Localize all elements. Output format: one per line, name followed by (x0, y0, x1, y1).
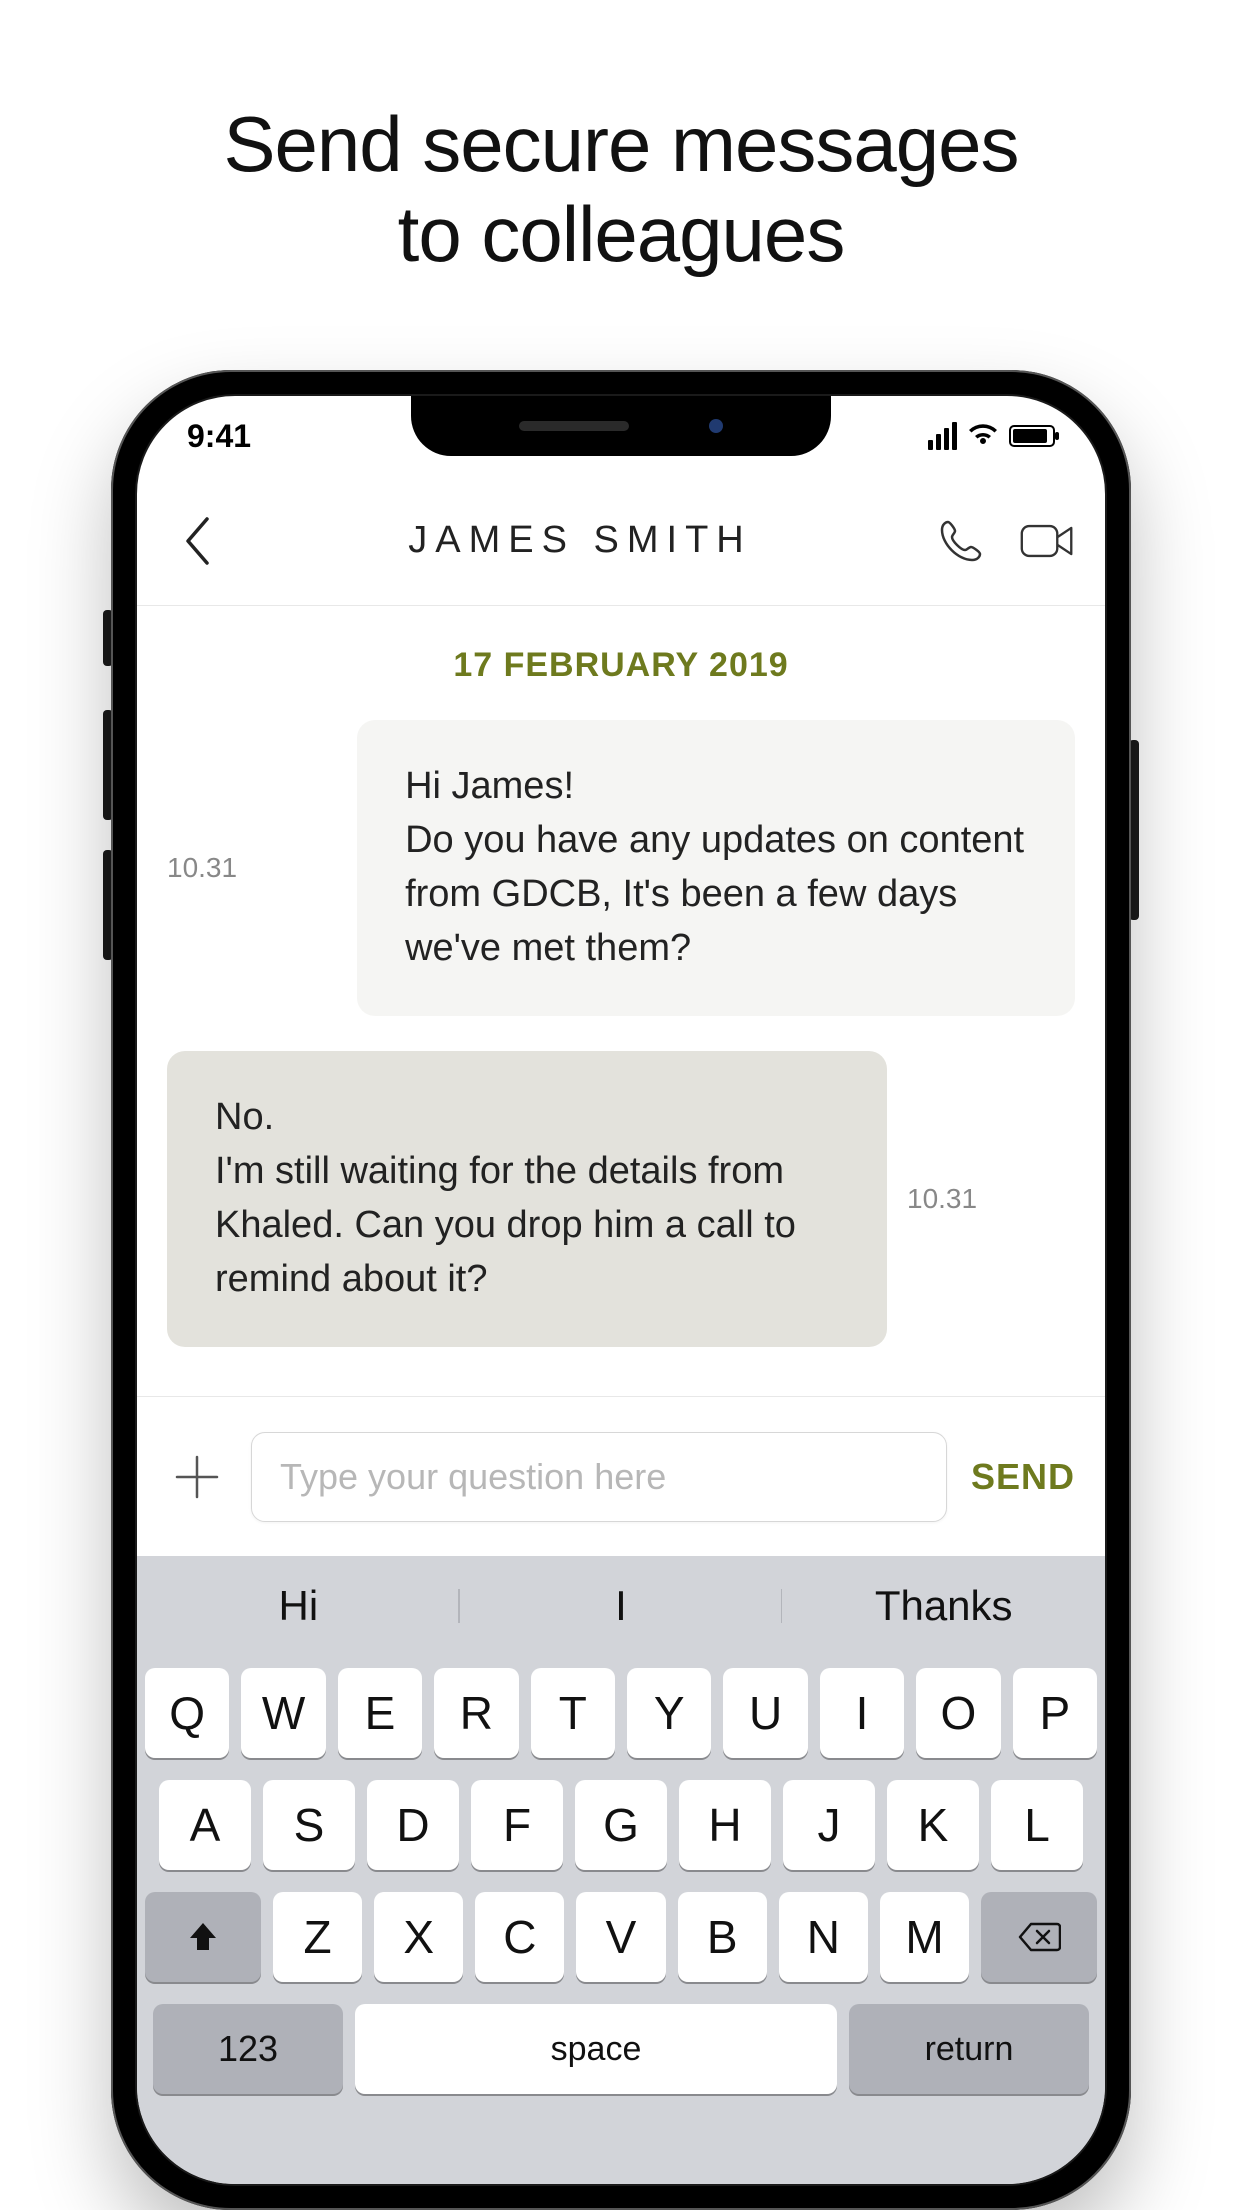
phone-frame: 9:41 JAMES SMITH (111, 370, 1131, 2210)
chevron-left-icon (182, 515, 212, 567)
chat-area[interactable]: 17 FEBRUARY 2019 10.31 Hi James! Do you … (137, 606, 1105, 2184)
add-attachment-button[interactable] (167, 1447, 227, 1507)
status-indicators (928, 422, 1055, 450)
shift-icon (186, 1920, 220, 1954)
key-w[interactable]: W (241, 1668, 325, 1758)
key-h[interactable]: H (679, 1780, 771, 1870)
date-separator: 17 FEBRUARY 2019 (137, 646, 1105, 685)
message-bubble-sent[interactable]: Hi James! Do you have any updates on con… (357, 720, 1075, 1016)
keyboard-suggestions: Hi I Thanks (137, 1556, 1105, 1656)
key-x[interactable]: X (374, 1892, 463, 1982)
key-s[interactable]: S (263, 1780, 355, 1870)
message-row: 10.31 No. I'm still waiting for the deta… (137, 1051, 1105, 1347)
wifi-icon (967, 424, 999, 448)
back-button[interactable] (167, 511, 227, 571)
key-y[interactable]: Y (627, 1668, 711, 1758)
key-r[interactable]: R (434, 1668, 518, 1758)
key-t[interactable]: T (531, 1668, 615, 1758)
key-i[interactable]: I (820, 1668, 904, 1758)
chat-header: JAMES SMITH (137, 476, 1105, 606)
message-row: 10.31 Hi James! Do you have any updates … (137, 720, 1105, 1016)
keyboard-row-2: A S D F G H J K L (145, 1780, 1097, 1870)
backspace-key[interactable] (981, 1892, 1097, 1982)
cellular-signal-icon (928, 422, 957, 450)
numeric-key[interactable]: 123 (153, 2004, 343, 2094)
contact-name: JAMES SMITH (227, 519, 933, 562)
key-p[interactable]: P (1013, 1668, 1097, 1758)
key-q[interactable]: Q (145, 1668, 229, 1758)
key-k[interactable]: K (887, 1780, 979, 1870)
message-input[interactable] (251, 1432, 947, 1522)
notch (411, 396, 831, 456)
key-n[interactable]: N (779, 1892, 868, 1982)
suggestion[interactable]: Hi (137, 1582, 460, 1630)
phone-screen: 9:41 JAMES SMITH (135, 394, 1107, 2186)
promo-line-2: to colleagues (398, 190, 845, 278)
message-time: 10.31 (907, 1183, 977, 1215)
space-key[interactable]: space (355, 2004, 837, 2094)
key-m[interactable]: M (880, 1892, 969, 1982)
shift-key[interactable] (145, 1892, 261, 1982)
compose-bar: SEND (137, 1396, 1105, 1556)
keyboard: Hi I Thanks Q W E R T Y U I (137, 1556, 1105, 2184)
key-o[interactable]: O (916, 1668, 1000, 1758)
promo-title: Send secure messages to colleagues (0, 100, 1242, 279)
keyboard-row-3: Z X C V B N M (145, 1892, 1097, 1982)
status-time: 9:41 (187, 418, 251, 455)
keyboard-row-1: Q W E R T Y U I O P (145, 1668, 1097, 1758)
key-j[interactable]: J (783, 1780, 875, 1870)
video-call-button[interactable] (1019, 513, 1075, 569)
suggestion[interactable]: Thanks (782, 1582, 1105, 1630)
speaker-grille (519, 421, 629, 431)
keyboard-row-4: 123 space return (145, 2004, 1097, 2094)
key-b[interactable]: B (678, 1892, 767, 1982)
battery-icon (1009, 425, 1055, 447)
front-camera (709, 419, 723, 433)
header-actions (933, 513, 1075, 569)
video-icon (1019, 519, 1075, 563)
key-a[interactable]: A (159, 1780, 251, 1870)
voice-call-button[interactable] (933, 513, 989, 569)
key-l[interactable]: L (991, 1780, 1083, 1870)
backspace-icon (1017, 1921, 1061, 1953)
key-z[interactable]: Z (273, 1892, 362, 1982)
phone-mockup: 9:41 JAMES SMITH (111, 370, 1131, 2210)
return-key[interactable]: return (849, 2004, 1089, 2094)
plus-icon (173, 1453, 221, 1501)
message-time: 10.31 (167, 852, 237, 884)
key-g[interactable]: G (575, 1780, 667, 1870)
key-d[interactable]: D (367, 1780, 459, 1870)
key-v[interactable]: V (576, 1892, 665, 1982)
key-c[interactable]: C (475, 1892, 564, 1982)
message-bubble-received[interactable]: No. I'm still waiting for the details fr… (167, 1051, 887, 1347)
phone-icon (936, 516, 986, 566)
send-button[interactable]: SEND (971, 1456, 1075, 1498)
suggestion[interactable]: I (460, 1582, 783, 1630)
key-e[interactable]: E (338, 1668, 422, 1758)
key-u[interactable]: U (723, 1668, 807, 1758)
promo-line-1: Send secure messages (223, 100, 1018, 188)
key-f[interactable]: F (471, 1780, 563, 1870)
